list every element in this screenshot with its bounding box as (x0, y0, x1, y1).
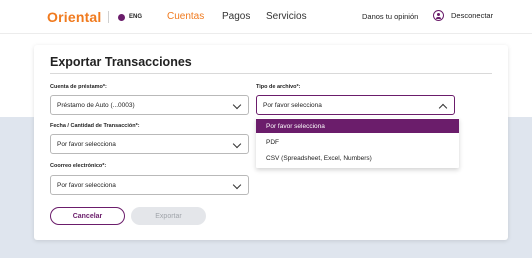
feedback-link[interactable]: Danos tu opinión (362, 12, 418, 21)
nav-link-cuentas[interactable]: Cuentas (167, 11, 204, 22)
nav-link-servicios[interactable]: Servicios (266, 11, 307, 22)
email-label: Coorreo electrónico*: (50, 163, 107, 169)
chevron-down-icon (232, 100, 242, 110)
chevron-down-icon (232, 139, 242, 149)
export-transactions-modal: Exportar Transacciones Cuenta de préstam… (34, 45, 508, 240)
logout-button[interactable]: Desconectar (433, 10, 493, 21)
user-icon (433, 10, 444, 21)
file-type-value: Por favor selecciona (263, 101, 322, 109)
loan-account-select[interactable]: Préstamo de Auto (...0003) (50, 95, 249, 115)
globe-icon (118, 13, 125, 21)
chevron-down-icon (232, 180, 242, 190)
date-amount-select[interactable]: Por favor selecciona (50, 134, 249, 154)
file-type-option[interactable]: Por favor selecciona (256, 119, 459, 133)
chevron-up-icon (438, 103, 448, 112)
nav-link-pagos[interactable]: Pagos (222, 11, 250, 22)
title-divider (50, 73, 492, 74)
file-type-select[interactable]: Por favor selecciona (256, 95, 455, 115)
modal-title: Exportar Transacciones (50, 55, 192, 69)
email-value: Por favor selecciona (57, 181, 116, 189)
file-type-option[interactable]: CSV (Spreadsheet, Excel, Numbers) (256, 151, 459, 165)
top-navigation: Oriental ENG Cuentas Pagos Servicios Dan… (0, 0, 532, 34)
nav-divider (108, 11, 109, 23)
file-type-option[interactable]: PDF (256, 135, 459, 149)
cancel-button[interactable]: Cancelar (50, 207, 125, 225)
file-type-label: Tipo de archivo*: (256, 84, 301, 90)
language-switch[interactable]: ENG (118, 12, 142, 22)
oriental-logo[interactable]: Oriental (47, 9, 102, 25)
file-type-dropdown: Por favor selecciona PDF CSV (Spreadshee… (256, 118, 459, 168)
export-button[interactable]: Exportar (131, 207, 206, 225)
loan-account-value: Préstamo de Auto (...0003) (57, 101, 135, 109)
email-select[interactable]: Por favor selecciona (50, 175, 249, 195)
logout-label: Desconectar (451, 11, 494, 20)
date-amount-label: Fecha / Cantidad de Transacción*: (50, 123, 140, 129)
loan-account-label: Cuenta de préstamo*: (50, 84, 107, 90)
date-amount-value: Por favor selecciona (57, 140, 116, 148)
language-label: ENG (129, 14, 143, 20)
